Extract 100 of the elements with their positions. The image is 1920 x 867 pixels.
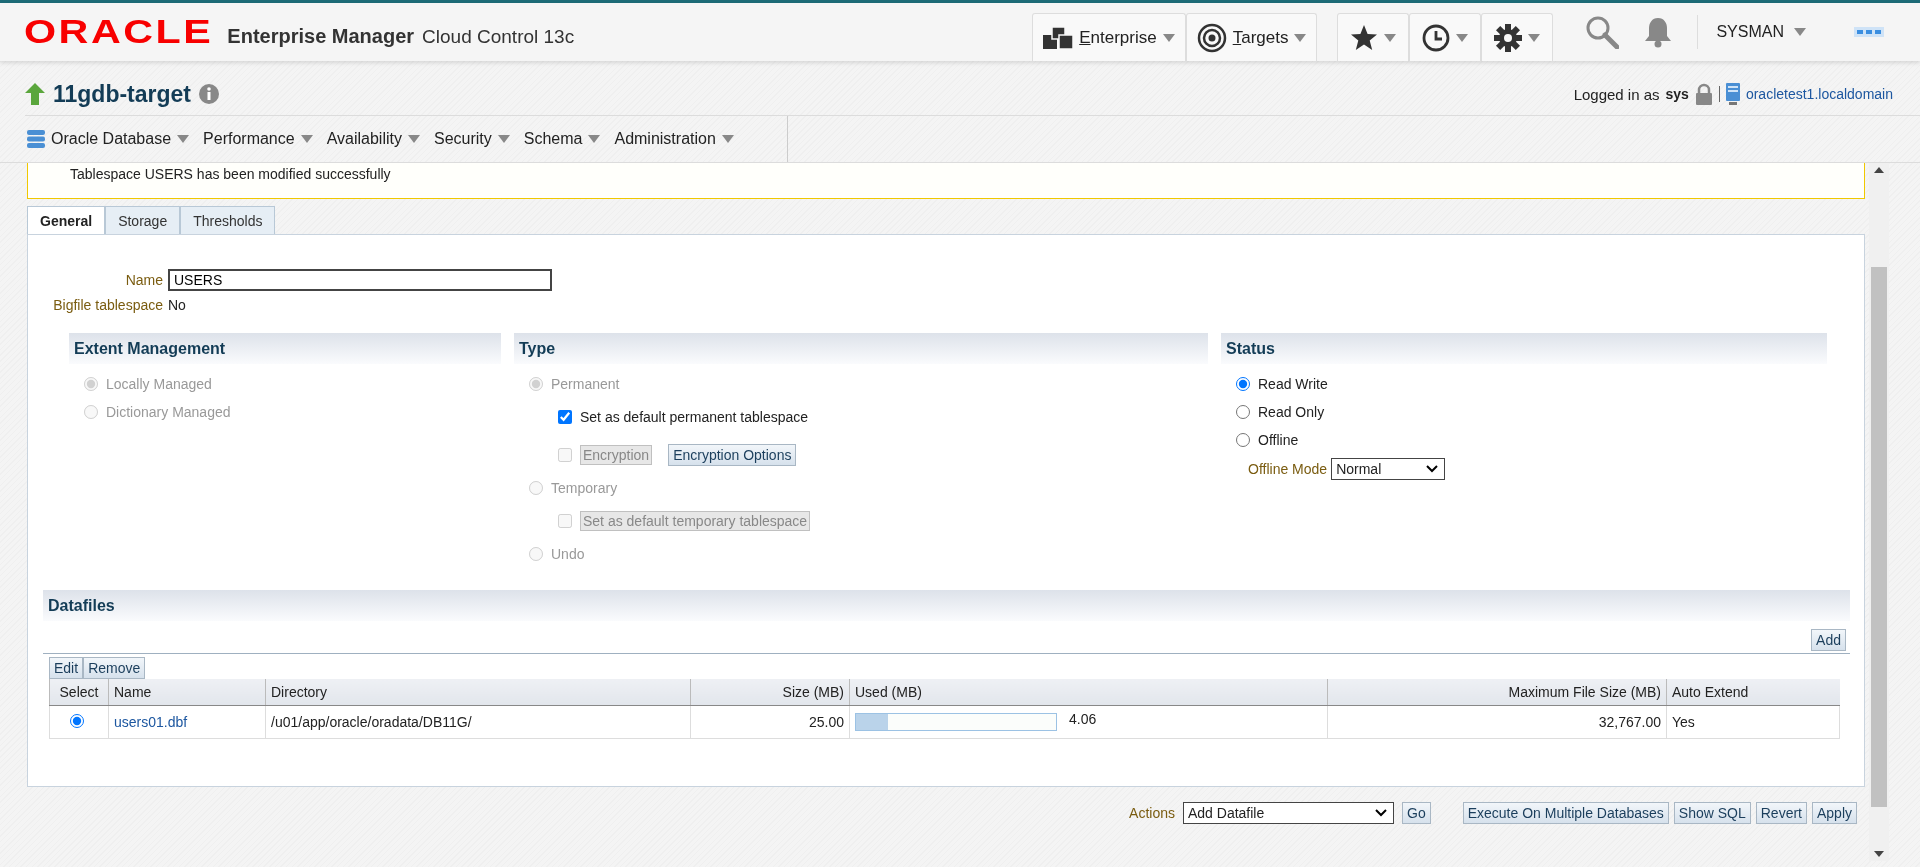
toolbar-button[interactable]: Remove bbox=[83, 657, 146, 679]
column-header: Directory bbox=[265, 679, 691, 706]
oracle-logo: ORACLE bbox=[24, 13, 214, 51]
caret-icon bbox=[1528, 33, 1541, 42]
option-label: Permanent bbox=[551, 376, 620, 392]
field-label: Offline Mode bbox=[1248, 461, 1328, 477]
server-icon bbox=[1725, 83, 1740, 105]
option-label: Undo bbox=[551, 546, 585, 562]
table-cell: 32,767.00 bbox=[1327, 705, 1667, 739]
caret-icon bbox=[177, 135, 190, 143]
column-header: Maximum File Size (MB) bbox=[1327, 679, 1667, 706]
settings-menu-button[interactable] bbox=[1481, 13, 1554, 61]
caret-icon bbox=[1794, 28, 1806, 36]
clock-menu-button[interactable] bbox=[1409, 13, 1482, 61]
action-button[interactable]: Show SQL bbox=[1673, 802, 1751, 824]
section-header: Status bbox=[1221, 333, 1827, 364]
radio-button[interactable] bbox=[1236, 377, 1250, 391]
menu-item[interactable]: Performance bbox=[203, 126, 319, 152]
more-icon[interactable] bbox=[1854, 27, 1884, 37]
menu-item[interactable]: Oracle Database bbox=[27, 126, 196, 152]
chevron-down-icon bbox=[1426, 465, 1439, 473]
option-label: Read Write bbox=[1258, 376, 1328, 392]
menu-item[interactable]: Availability bbox=[326, 126, 426, 152]
product-name: Enterprise Manager bbox=[227, 25, 415, 48]
option-label: Dictionary Managed bbox=[106, 404, 231, 420]
radio-button[interactable] bbox=[1236, 433, 1250, 447]
option-label: Read Only bbox=[1258, 404, 1325, 420]
caret-icon bbox=[407, 135, 420, 143]
target-icon bbox=[1196, 22, 1227, 53]
option-label: Set as default temporary tablespace bbox=[580, 511, 811, 531]
table-cell: /u01/app/oracle/oradata/DB11G/ bbox=[265, 705, 691, 739]
toolbar-button[interactable]: Edit bbox=[49, 657, 84, 679]
nav-menu-button[interactable]: Enterprise bbox=[1032, 13, 1186, 61]
section-header: Type bbox=[514, 333, 1208, 364]
column-header: Auto Extend bbox=[1666, 679, 1840, 706]
caret-icon bbox=[721, 135, 734, 143]
field-label: Bigfile tablespace bbox=[52, 297, 163, 313]
nav-menu-button[interactable]: Targets bbox=[1185, 13, 1318, 61]
info-icon bbox=[199, 84, 220, 104]
chevron-down-icon bbox=[1375, 809, 1387, 817]
logged-in-user: sys bbox=[1665, 86, 1689, 102]
option-label: Temporary bbox=[551, 480, 618, 496]
option-label: Locally Managed bbox=[106, 376, 212, 392]
clock-icon bbox=[1422, 23, 1451, 52]
search-icon[interactable] bbox=[1585, 15, 1620, 49]
table-cell: Yes bbox=[1666, 705, 1840, 739]
lock-icon bbox=[1694, 83, 1713, 105]
actions-label: Actions bbox=[1129, 805, 1175, 821]
go-button[interactable]: Go bbox=[1402, 802, 1431, 824]
user-menu-button[interactable]: SYSMAN bbox=[1710, 22, 1812, 42]
scrollbar-thumb[interactable] bbox=[1871, 267, 1887, 807]
action-button[interactable]: Apply bbox=[1811, 802, 1857, 824]
column-header: Size (MB) bbox=[690, 679, 850, 706]
field-label: Name bbox=[124, 272, 163, 288]
row-select-radio[interactable] bbox=[70, 713, 84, 728]
tab[interactable]: Storage bbox=[105, 206, 181, 234]
menu-item[interactable]: Administration bbox=[614, 126, 740, 152]
add-button[interactable]: Add bbox=[1811, 629, 1846, 651]
option-label: Offline bbox=[1258, 432, 1299, 448]
tab[interactable]: Thresholds bbox=[180, 206, 276, 234]
scroll-down-arrow-icon bbox=[1874, 851, 1884, 857]
section-header: Extent Management bbox=[69, 333, 501, 364]
radio-button[interactable] bbox=[1236, 405, 1250, 419]
used-value: 4.06 bbox=[1069, 711, 1097, 727]
star-menu-button[interactable] bbox=[1337, 13, 1410, 61]
caret-icon bbox=[1384, 33, 1397, 42]
bell-icon[interactable] bbox=[1643, 16, 1674, 48]
caret-icon bbox=[300, 135, 313, 143]
offline-mode-select[interactable]: Normal bbox=[1331, 458, 1446, 480]
column-header: Name bbox=[108, 679, 266, 706]
up-arrow-icon bbox=[25, 83, 45, 105]
option-label: Set as default permanent tablespace bbox=[580, 409, 809, 425]
database-icon bbox=[27, 130, 45, 148]
column-header: Select bbox=[49, 679, 109, 706]
product-subtitle: Cloud Control 13c bbox=[422, 26, 575, 48]
section-header: Datafiles bbox=[43, 590, 1850, 621]
star-icon bbox=[1350, 23, 1379, 52]
menu-item[interactable]: Security bbox=[433, 126, 516, 152]
caret-icon bbox=[1294, 33, 1307, 42]
column-header: Used (MB) bbox=[849, 679, 1328, 706]
field-value: No bbox=[168, 297, 187, 313]
confirmation-message: Tablespace USERS has been modified successfully bbox=[27, 163, 1865, 199]
caret-icon bbox=[497, 135, 510, 143]
scroll-up-arrow-icon bbox=[1874, 167, 1884, 173]
logged-in-label: Logged in as bbox=[1573, 85, 1660, 103]
caret-icon bbox=[1456, 33, 1469, 42]
action-button[interactable]: Execute On Multiple Databases bbox=[1462, 802, 1669, 824]
actions-select[interactable]: Add Datafile bbox=[1183, 802, 1394, 824]
enterprise-blocks-icon bbox=[1043, 24, 1074, 51]
caret-icon bbox=[588, 135, 601, 143]
host-link[interactable]: oracletest1.localdomain bbox=[1745, 86, 1893, 102]
table-cell: 25.00 bbox=[690, 705, 850, 739]
target-name: 11gdb-target bbox=[53, 80, 192, 108]
caret-icon bbox=[1162, 33, 1175, 42]
menu-item[interactable]: Schema bbox=[523, 126, 607, 152]
name-input[interactable]: USERS bbox=[168, 269, 552, 291]
scrollbar[interactable] bbox=[1869, 163, 1889, 861]
action-button[interactable]: Revert bbox=[1755, 802, 1807, 824]
tab[interactable]: General bbox=[27, 206, 106, 234]
option-label: Encryption bbox=[580, 445, 653, 465]
